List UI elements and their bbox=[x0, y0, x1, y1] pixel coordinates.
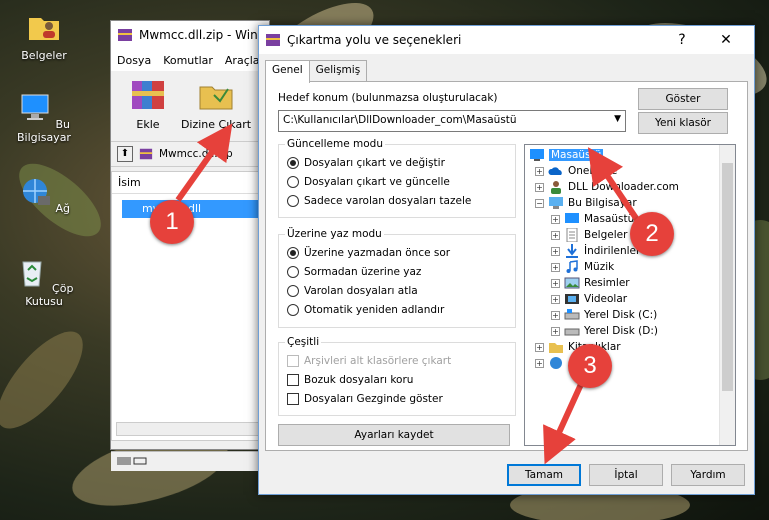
arrow-3 bbox=[543, 380, 585, 465]
step-badge-2: 2 bbox=[630, 212, 674, 256]
step-badge-1: 1 bbox=[150, 200, 194, 244]
step-badge-3: 3 bbox=[568, 344, 612, 388]
tab-general[interactable]: Genel bbox=[265, 60, 310, 83]
arrow-1 bbox=[175, 123, 233, 202]
annotation-arrows bbox=[175, 123, 643, 465]
arrow-2 bbox=[587, 147, 643, 226]
